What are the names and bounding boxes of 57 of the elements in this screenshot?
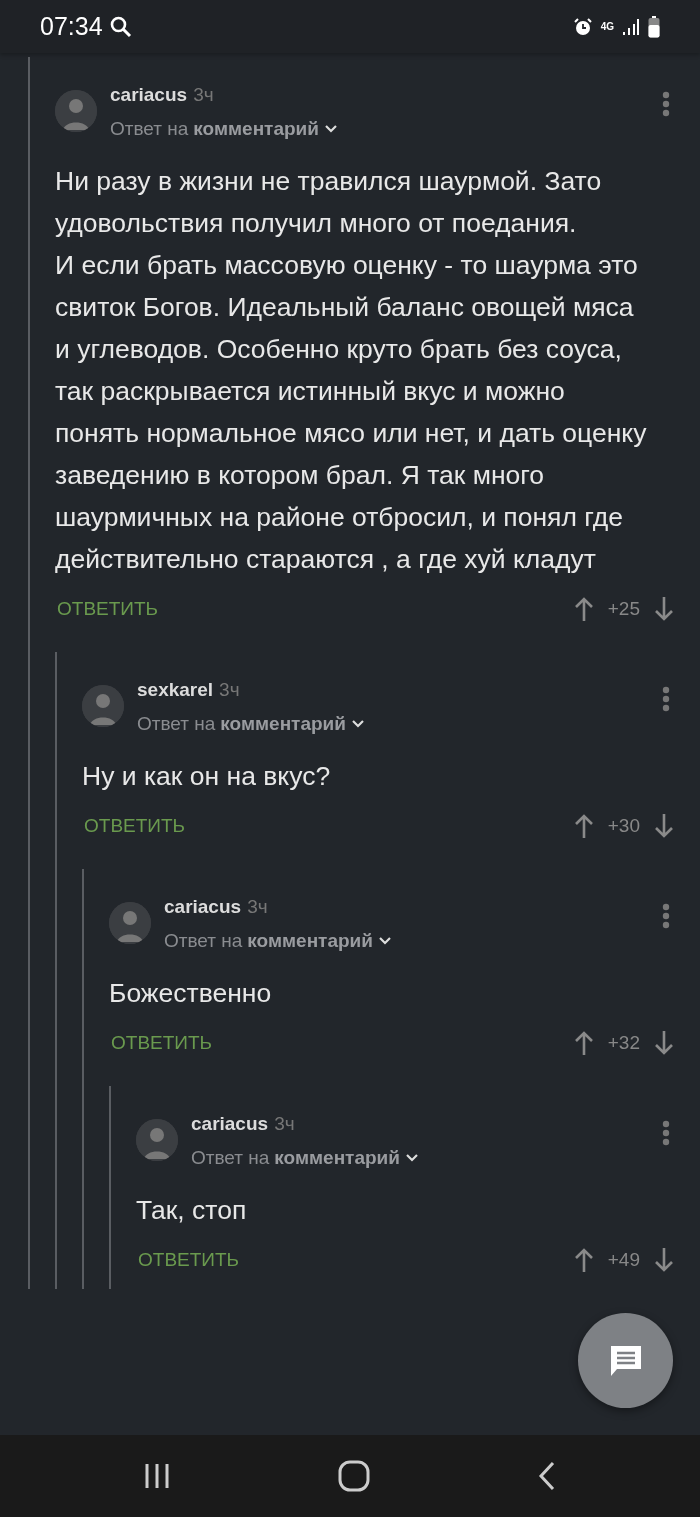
reply-button[interactable]: ОТВЕТИТЬ — [84, 815, 186, 837]
reply-to-label: Ответ на — [191, 1147, 270, 1169]
comment-link[interactable]: комментарий — [274, 1147, 400, 1169]
alarm-icon — [572, 16, 593, 37]
post-time: 3ч — [247, 896, 268, 917]
username[interactable]: cariacus — [191, 1113, 269, 1134]
upvote-arrow-icon[interactable] — [573, 1247, 594, 1273]
more-options-icon[interactable] — [662, 903, 670, 929]
battery-icon — [648, 15, 660, 38]
username[interactable]: sexkarel — [137, 679, 214, 700]
username[interactable]: cariacus — [164, 896, 242, 917]
post-time: 3ч — [274, 1113, 295, 1134]
comment-text: Так, стоп — [136, 1194, 248, 1227]
avatar[interactable] — [109, 902, 151, 944]
comment-link[interactable]: комментарий — [193, 118, 319, 140]
downvote-arrow-icon[interactable] — [654, 1247, 674, 1273]
more-options-icon[interactable] — [662, 91, 670, 117]
chevron-down-icon[interactable] — [377, 936, 392, 946]
avatar[interactable] — [55, 90, 97, 132]
chevron-down-icon[interactable] — [404, 1153, 419, 1163]
rating-score: +25 — [607, 598, 640, 620]
comment-link[interactable]: комментарий — [247, 930, 373, 952]
rating-score: +32 — [607, 1032, 640, 1054]
avatar[interactable] — [82, 685, 124, 727]
upvote-arrow-icon[interactable] — [573, 1030, 594, 1056]
clock-time: 07:34 — [40, 12, 103, 41]
comment-link[interactable]: комментарий — [220, 713, 346, 735]
more-options-icon[interactable] — [662, 686, 670, 712]
post-time: 3ч — [219, 679, 240, 700]
network-type: 4G — [600, 21, 614, 32]
search-icon[interactable] — [108, 14, 133, 39]
reply-to-label: Ответ на — [137, 713, 216, 735]
rating-score: +30 — [607, 815, 640, 837]
chevron-down-icon[interactable] — [323, 124, 338, 134]
more-options-icon[interactable] — [662, 1120, 670, 1146]
reply-button[interactable]: ОТВЕТИТЬ — [111, 1032, 213, 1054]
reply-button[interactable]: ОТВЕТИТЬ — [138, 1249, 240, 1271]
comment-text: Божественно — [109, 977, 273, 1010]
post-time: 3ч — [193, 84, 214, 105]
reply-to-label: Ответ на — [164, 930, 243, 952]
username[interactable]: cariacus — [110, 84, 188, 105]
reply-button[interactable]: ОТВЕТИТЬ — [57, 598, 159, 620]
recent-apps-icon[interactable] — [143, 1462, 172, 1490]
reply-to-label: Ответ на — [110, 118, 189, 140]
back-icon[interactable] — [536, 1460, 557, 1492]
avatar[interactable] — [136, 1119, 178, 1161]
rating-score: +49 — [607, 1249, 640, 1271]
signal-icon — [622, 17, 640, 36]
downvote-arrow-icon[interactable] — [654, 596, 674, 622]
upvote-arrow-icon[interactable] — [573, 596, 594, 622]
upvote-arrow-icon[interactable] — [573, 813, 594, 839]
home-icon[interactable] — [338, 1460, 370, 1492]
comment-text: Ни разу в жизни не травился шаурмой. Зато удовольствия получил много от поедания. И если брать массовую оценку - то шаурма это свиток Богов. Идеальный баланс овощей мяса и углеводов. Особенно круто брать без соуса, так раскрывается истинный вкус и можно понять нормальное мясо или нет, и дать оценку заведению в котором брал. Я так много шаурмичных на районе отбросил, и понял где действительно стараются , а где хуй кладут — [55, 165, 648, 576]
chevron-down-icon[interactable] — [350, 719, 365, 729]
downvote-arrow-icon[interactable] — [654, 1030, 674, 1056]
downvote-arrow-icon[interactable] — [654, 813, 674, 839]
comment-text: Ну и как он на вкус? — [82, 760, 332, 793]
